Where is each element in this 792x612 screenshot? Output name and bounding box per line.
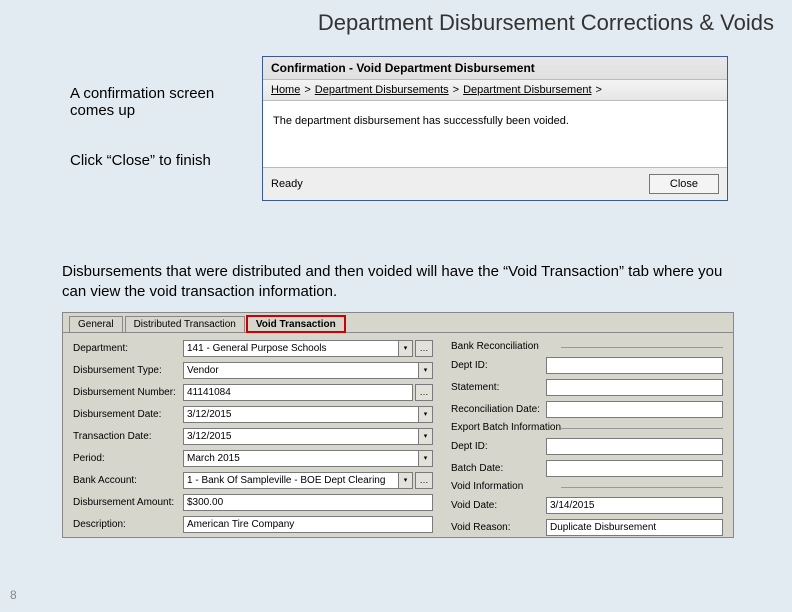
label-period: Period: [73, 453, 183, 464]
dropdown-icon[interactable]: ▾ [419, 362, 433, 379]
field-void-date[interactable]: 3/14/2015 [546, 497, 723, 514]
field-trans-date[interactable]: 3/12/2015 [183, 428, 419, 445]
field-deptid2[interactable] [546, 438, 723, 455]
label-deptid2: Dept ID: [451, 441, 546, 452]
field-type[interactable]: Vendor [183, 362, 419, 379]
status-text: Ready [271, 178, 303, 190]
label-void-reason: Void Reason: [451, 522, 546, 533]
group-bank-reconciliation: Bank Reconciliation [451, 341, 723, 352]
label-bank: Bank Account: [73, 475, 183, 486]
lookup-button[interactable]: … [415, 340, 433, 357]
tabs: General Distributed Transaction Void Tra… [63, 313, 733, 332]
lookup-button[interactable]: … [415, 384, 433, 401]
label-void-date: Void Date: [451, 500, 546, 511]
tab-void-transaction[interactable]: Void Transaction [247, 316, 345, 332]
field-number[interactable]: 41141084 [183, 384, 413, 401]
field-statement[interactable] [546, 379, 723, 396]
label-amount: Disbursement Amount: [73, 497, 183, 508]
crumb-disbursements[interactable]: Department Disbursements [315, 84, 449, 96]
note-click-close: Click “Close” to finish [70, 152, 211, 169]
label-type: Disbursement Type: [73, 365, 183, 376]
label-disb-date: Disbursement Date: [73, 409, 183, 420]
field-disb-date[interactable]: 3/12/2015 [183, 406, 419, 423]
label-recon-date: Reconciliation Date: [451, 404, 546, 415]
crumb-sep: > [304, 84, 310, 96]
label-statement: Statement: [451, 382, 546, 393]
group-export-batch: Export Batch Information [451, 422, 723, 433]
tab-distributed[interactable]: Distributed Transaction [125, 316, 245, 332]
form-left-column: Department:141 - General Purpose Schools… [73, 339, 433, 528]
confirmation-dialog: Confirmation - Void Department Disbursem… [262, 56, 728, 201]
label-description: Description: [73, 519, 183, 530]
label-deptid: Dept ID: [451, 360, 546, 371]
label-batch-date: Batch Date: [451, 463, 546, 474]
field-bank[interactable]: 1 - Bank Of Sampleville - BOE Dept Clear… [183, 472, 399, 489]
breadcrumb: Home > Department Disbursements > Depart… [263, 80, 727, 101]
label-department: Department: [73, 343, 183, 354]
dropdown-icon[interactable]: ▾ [399, 340, 413, 357]
slide-title: Department Disbursement Corrections & Vo… [318, 10, 774, 36]
disbursement-form: General Distributed Transaction Void Tra… [62, 312, 734, 538]
dialog-statusbar: Ready Close [263, 167, 727, 200]
field-period[interactable]: March 2015 [183, 450, 419, 467]
field-description[interactable]: American Tire Company [183, 516, 433, 533]
crumb-sep: > [453, 84, 459, 96]
dialog-title: Confirmation - Void Department Disbursem… [263, 57, 727, 80]
field-void-reason[interactable]: Duplicate Disbursement [546, 519, 723, 536]
calendar-icon[interactable]: ▾ [419, 406, 433, 423]
calendar-icon[interactable]: ▾ [419, 428, 433, 445]
crumb-disbursement[interactable]: Department Disbursement [463, 84, 591, 96]
lookup-button[interactable]: … [415, 472, 433, 489]
dialog-message: The department disbursement has successf… [263, 101, 727, 167]
explanation-text: Disbursements that were distributed and … [62, 262, 732, 301]
dropdown-icon[interactable]: ▾ [419, 450, 433, 467]
dropdown-icon[interactable]: ▾ [399, 472, 413, 489]
field-amount[interactable]: $300.00 [183, 494, 433, 511]
field-deptid[interactable] [546, 357, 723, 374]
crumb-home[interactable]: Home [271, 84, 300, 96]
field-department[interactable]: 141 - General Purpose Schools [183, 340, 399, 357]
field-batch-date[interactable] [546, 460, 723, 477]
group-void-info: Void Information [451, 481, 723, 492]
field-recon-date[interactable] [546, 401, 723, 418]
close-button[interactable]: Close [649, 174, 719, 194]
label-number: Disbursement Number: [73, 387, 183, 398]
form-right-column: Bank Reconciliation Dept ID: Statement: … [451, 339, 723, 528]
note-confirmation: A confirmation screen comes up [70, 85, 240, 119]
page-number: 8 [10, 588, 17, 602]
tab-general[interactable]: General [69, 316, 123, 332]
label-trans-date: Transaction Date: [73, 431, 183, 442]
crumb-sep: > [596, 84, 602, 96]
